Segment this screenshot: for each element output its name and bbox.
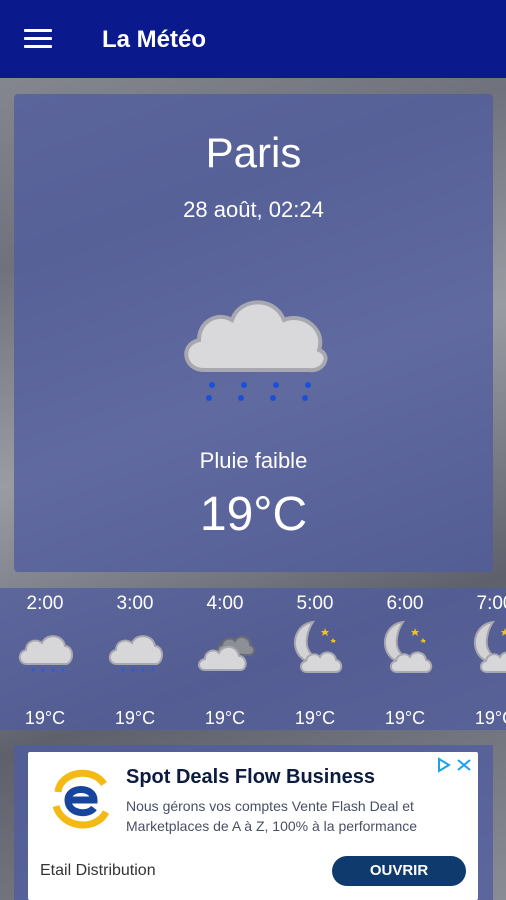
app-title: La Météo <box>102 26 207 53</box>
hamburger-menu-icon[interactable] <box>24 29 54 51</box>
hour-time: 6:00 <box>386 593 424 614</box>
city-name: Paris <box>205 129 302 176</box>
hour-temperature: 19°C <box>24 708 66 728</box>
hour-temperature: 19°C <box>384 708 426 728</box>
hour-time: 4:00 <box>206 593 244 614</box>
ad-banner[interactable]: Spot Deals Flow Business Nous gérons vos… <box>28 752 478 900</box>
cloud-drizzle-icon <box>15 628 75 683</box>
app-bar: La Météo <box>0 0 506 78</box>
light-rain-cloud-icon <box>174 290 334 415</box>
cloud-drizzle-icon <box>105 628 165 683</box>
hour-temperature: 19°C <box>294 708 336 728</box>
ad-description: Nous gérons vos comptes Vente Flash Deal… <box>126 798 418 834</box>
ad-open-button[interactable]: OUVRIR <box>332 856 466 886</box>
moon-cloud-icon <box>285 620 345 683</box>
hour-temperature: 19°C <box>474 708 506 728</box>
hour-temperature: 19°C <box>204 708 246 728</box>
advertiser-logo-icon <box>50 762 112 841</box>
hour-temperature: 19°C <box>114 708 156 728</box>
hourly-forecast-strip[interactable]: 2:00 19°C 3:00 19°C 4:00 19°C 5:00 19°C … <box>0 588 506 730</box>
current-temperature: 19°C <box>199 488 308 541</box>
hour-time: 7:00 <box>476 593 506 614</box>
current-datetime: 28 août, 02:24 <box>183 197 324 222</box>
overcast-clouds-icon <box>195 628 255 683</box>
moon-cloud-icon <box>465 620 506 683</box>
ad-choices-icon[interactable] <box>436 756 474 774</box>
ad-sponsor: Etail Distribution <box>40 862 156 879</box>
hour-time: 2:00 <box>26 593 64 614</box>
hour-time: 5:00 <box>296 593 334 614</box>
current-weather-card: Paris 28 août, 02:24 Pluie faible 19°C <box>14 94 493 572</box>
hour-time: 3:00 <box>116 593 154 614</box>
ad-title[interactable]: Spot Deals Flow Business <box>126 766 375 789</box>
weather-condition: Pluie faible <box>199 448 308 473</box>
moon-cloud-icon <box>375 620 435 683</box>
